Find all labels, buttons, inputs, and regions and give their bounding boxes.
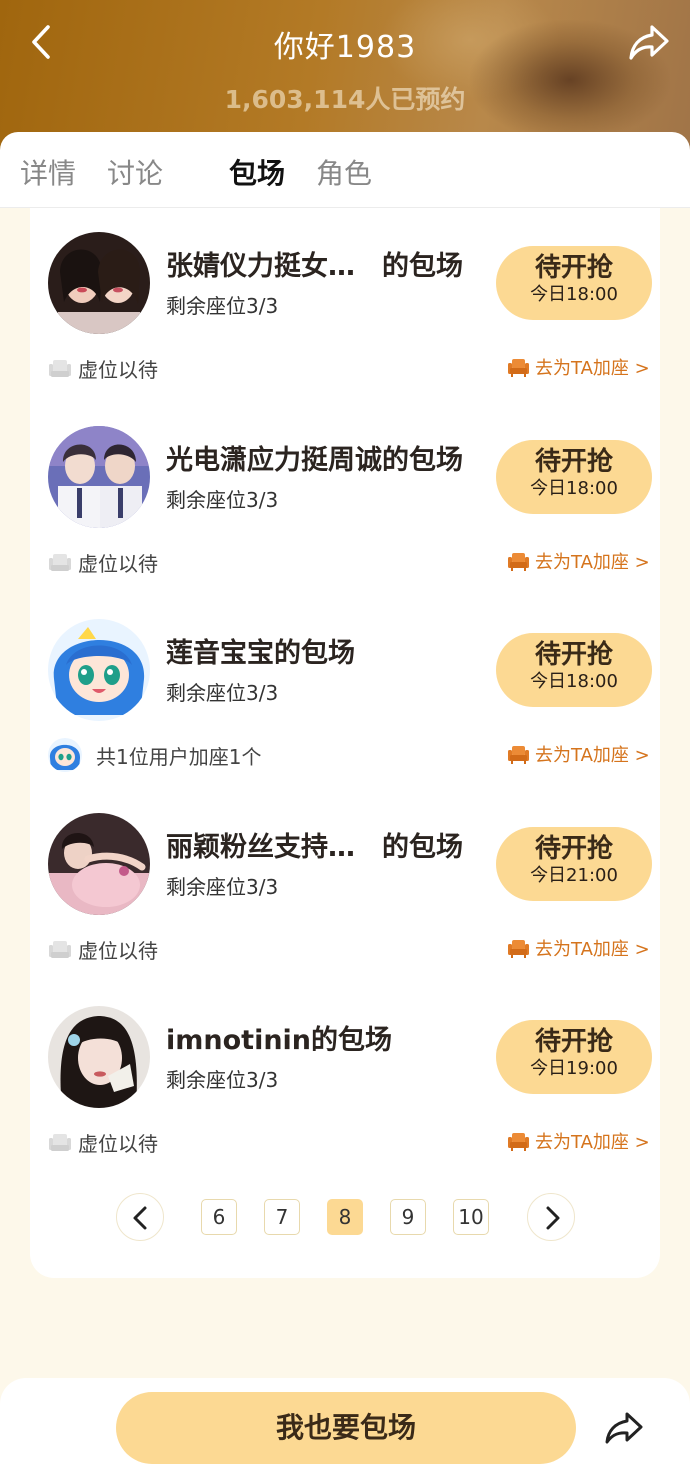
sofa-icon <box>508 359 529 377</box>
woman-pink-dress-photo <box>48 813 150 915</box>
share-button[interactable] <box>604 1410 644 1446</box>
empty-seat-icon <box>49 941 71 958</box>
avatar[interactable] <box>48 426 150 528</box>
empty-seat-icon <box>49 554 71 571</box>
empty-seat-icon <box>49 1134 71 1151</box>
grab-button-label: 待开抢 <box>534 834 613 864</box>
chevron-right-icon <box>546 1206 560 1230</box>
grab-time: 今日18:00 <box>530 671 618 692</box>
session-name[interactable]: 莲音宝宝的包场 <box>166 631 355 670</box>
joined-user-avatar <box>48 738 82 772</box>
add-seat-link[interactable]: 去为TA加座 > <box>508 935 650 961</box>
grab-time: 今日18:00 <box>530 478 618 499</box>
page-6[interactable]: 6 <box>201 1199 237 1235</box>
page-title: 你好1983 <box>273 30 417 65</box>
add-seat-label: 去为TA加座 > <box>535 358 650 379</box>
add-seat-link[interactable]: 去为TA加座 > <box>508 354 650 380</box>
grab-button[interactable]: 待开抢 今日18:00 <box>496 246 652 320</box>
tab-booking[interactable]: 包场 <box>229 152 285 192</box>
add-seat-link[interactable]: 去为TA加座 > <box>508 1128 650 1154</box>
sofa-icon <box>508 746 529 764</box>
bottom-action-bar: 我也要包场 <box>0 1378 690 1479</box>
add-seat-link[interactable]: 去为TA加座 > <box>508 548 650 574</box>
session-name[interactable]: 光电潇应力挺周诚的包场 <box>166 438 463 477</box>
grab-time: 今日18:00 <box>530 284 618 305</box>
anime-girl-blue-hair <box>48 738 82 772</box>
share-button[interactable] <box>628 22 670 62</box>
remaining-seats: 剩余座位3/3 <box>166 1068 279 1092</box>
session-name[interactable]: imnotinin的包场 <box>166 1018 392 1057</box>
sofa-icon <box>508 553 529 571</box>
remaining-seats: 剩余座位3/3 <box>166 294 279 318</box>
page-10[interactable]: 10 <box>453 1199 489 1235</box>
grab-button[interactable]: 待开抢 今日21:00 <box>496 827 652 901</box>
grab-time: 今日21:00 <box>530 865 618 886</box>
tab-details[interactable]: 详情 <box>20 152 76 192</box>
list-item: imnotinin的包场 剩余座位3/3 待开抢 今日19:00 虚位以待 去为… <box>30 982 660 1176</box>
add-seat-link[interactable]: 去为TA加座 > <box>508 741 650 767</box>
session-name[interactable]: 张婧仪力挺女… 的包场 <box>166 244 463 283</box>
tab-characters[interactable]: 角色 <box>316 152 372 192</box>
sofa-icon <box>508 940 529 958</box>
seat-status-text: 虚位以待 <box>78 939 158 963</box>
prev-page-button[interactable] <box>116 1193 164 1241</box>
joined-users-text: 共1位用户加座1个 <box>96 745 262 769</box>
share-icon <box>605 1412 643 1444</box>
list-item: 丽颖粉丝支持… 的包场 剩余座位3/3 待开抢 今日21:00 虚位以待 去为T… <box>30 789 660 983</box>
avatar[interactable] <box>48 813 150 915</box>
grab-button-label: 待开抢 <box>534 640 613 670</box>
avatar[interactable] <box>48 232 150 334</box>
pagination: 6 7 8 9 10 <box>30 1192 660 1242</box>
list-item: 莲音宝宝的包场 剩余座位3/3 待开抢 今日18:00 共1位用户加座1个 去为… <box>30 595 660 789</box>
list-item: 张婧仪力挺女… 的包场 剩余座位3/3 待开抢 今日18:00 虚位以待 去为T… <box>30 208 660 402</box>
reservation-count: 1,603,114人已预约 <box>224 85 466 114</box>
booking-list: 张婧仪力挺女… 的包场 剩余座位3/3 待开抢 今日18:00 虚位以待 去为T… <box>30 208 660 1278</box>
grab-button-label: 待开抢 <box>534 447 613 477</box>
remaining-seats: 剩余座位3/3 <box>166 681 279 705</box>
add-seat-label: 去为TA加座 > <box>535 939 650 960</box>
create-booking-button[interactable]: 我也要包场 <box>116 1392 576 1464</box>
anime-girl-blue-hair <box>48 619 150 721</box>
add-seat-label: 去为TA加座 > <box>535 745 650 766</box>
two-women-photo <box>48 232 150 334</box>
next-page-button[interactable] <box>527 1193 575 1241</box>
seat-status-text: 虚位以待 <box>78 358 158 382</box>
avatar[interactable] <box>48 619 150 721</box>
grab-button[interactable]: 待开抢 今日19:00 <box>496 1020 652 1094</box>
two-men-photo <box>48 426 150 528</box>
grab-button[interactable]: 待开抢 今日18:00 <box>496 440 652 514</box>
seat-status-text: 虚位以待 <box>78 552 158 576</box>
tab-discussion[interactable]: 讨论 <box>107 152 163 192</box>
page-9[interactable]: 9 <box>390 1199 426 1235</box>
share-icon <box>629 25 669 60</box>
page-8-current[interactable]: 8 <box>327 1199 363 1235</box>
remaining-seats: 剩余座位3/3 <box>166 488 279 512</box>
grab-time: 今日19:00 <box>530 1058 618 1079</box>
remaining-seats: 剩余座位3/3 <box>166 875 279 899</box>
tab-bar: 详情 讨论 包场 角色 <box>0 132 690 208</box>
chevron-left-icon <box>133 1206 147 1230</box>
seat-status-text: 虚位以待 <box>78 1132 158 1156</box>
add-seat-label: 去为TA加座 > <box>535 552 650 573</box>
add-seat-label: 去为TA加座 > <box>535 1132 650 1153</box>
list-item: 光电潇应力挺周诚的包场 剩余座位3/3 待开抢 今日18:00 虚位以待 去为T… <box>30 402 660 596</box>
page-7[interactable]: 7 <box>264 1199 300 1235</box>
grab-button-label: 待开抢 <box>534 253 613 283</box>
grab-button[interactable]: 待开抢 今日18:00 <box>496 633 652 707</box>
woman-portrait-photo <box>48 1006 150 1108</box>
empty-seat-icon <box>49 360 71 377</box>
session-name[interactable]: 丽颖粉丝支持… 的包场 <box>166 825 463 864</box>
avatar[interactable] <box>48 1006 150 1108</box>
sofa-icon <box>508 1133 529 1151</box>
grab-button-label: 待开抢 <box>534 1027 613 1057</box>
